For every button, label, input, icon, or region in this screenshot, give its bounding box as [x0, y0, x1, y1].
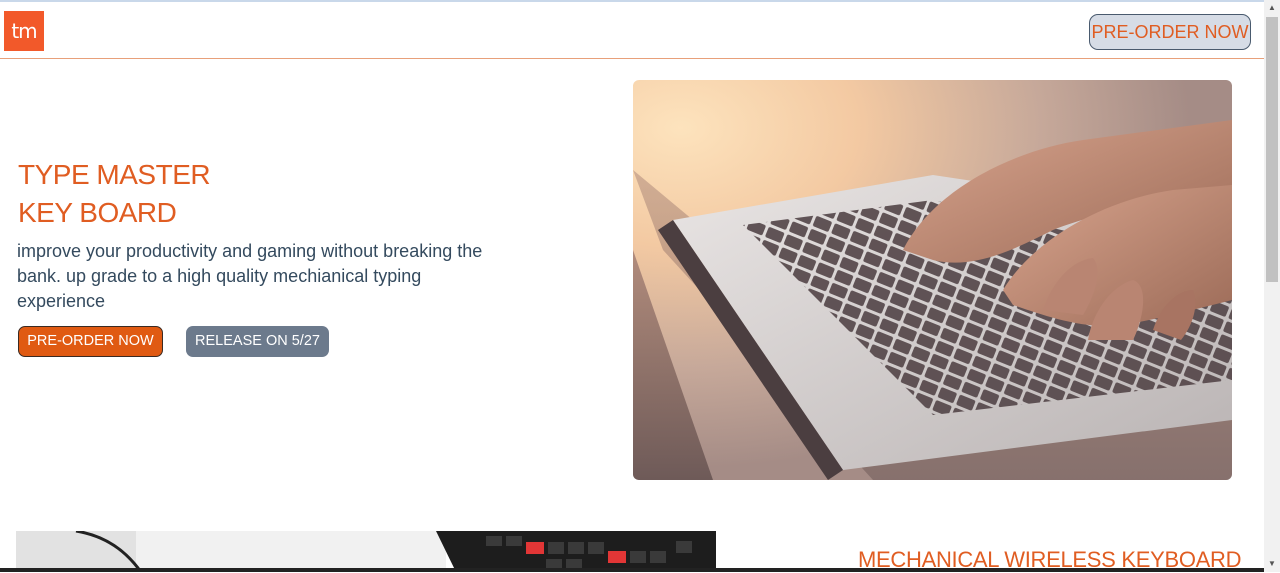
hero-description: improve your productivity and gaming wit…: [17, 241, 483, 311]
brand-logo[interactable]: tm: [4, 11, 44, 51]
keyboard-product-illustration: [16, 531, 716, 572]
typing-laptop-illustration: [633, 80, 1232, 480]
header-preorder-button[interactable]: PRE-ORDER NOW: [1089, 14, 1251, 50]
vertical-scrollbar[interactable]: ▲ ▼: [1264, 0, 1280, 572]
scroll-down-arrow-icon[interactable]: ▼: [1264, 558, 1280, 570]
hero-preorder-button[interactable]: PRE-ORDER NOW: [18, 326, 163, 357]
hero-title: TYPE MASTER KEY BOARD: [18, 156, 211, 232]
hero-image-typing-laptop: [633, 80, 1232, 480]
site-header: tm PRE-ORDER NOW: [0, 2, 1264, 59]
scrollbar-thumb[interactable]: [1266, 17, 1278, 282]
hero-title-line1: TYPE MASTER: [18, 159, 211, 190]
bottom-edge: [0, 568, 1264, 572]
release-date-button[interactable]: RELEASE ON 5/27: [186, 326, 329, 357]
hero-title-line2: KEY BOARD: [18, 197, 177, 228]
scroll-up-arrow-icon[interactable]: ▲: [1264, 2, 1280, 14]
product-image-keyboards: [16, 531, 716, 572]
